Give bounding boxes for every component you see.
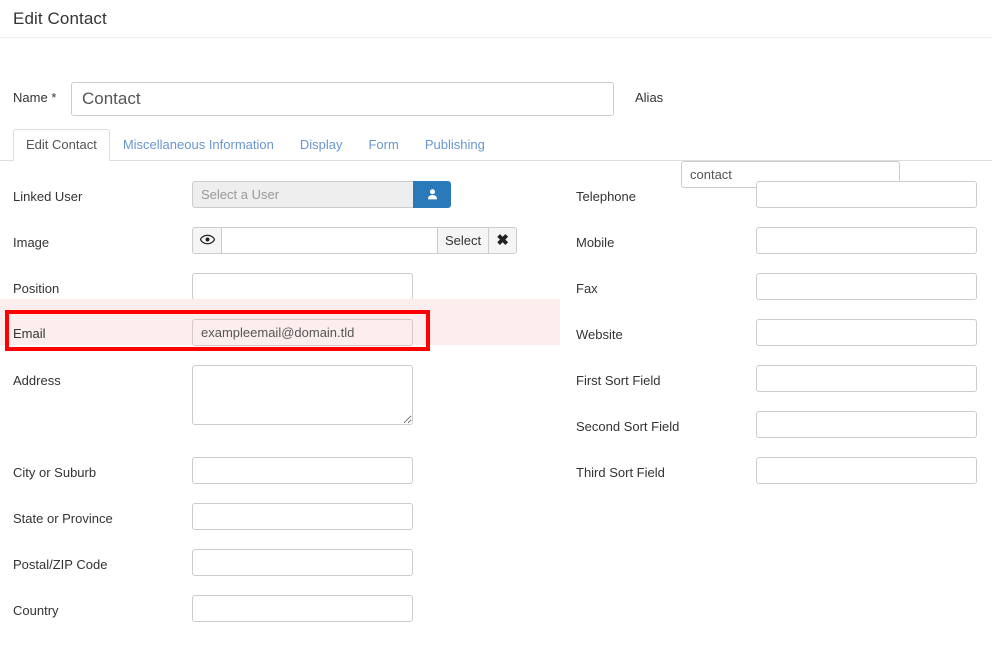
linked-user-label: Linked User xyxy=(13,189,83,204)
telephone-input[interactable] xyxy=(756,181,977,208)
fax-control xyxy=(756,273,977,300)
telephone-label: Telephone xyxy=(576,189,636,204)
eye-icon xyxy=(199,233,215,248)
first-sort-input[interactable] xyxy=(756,365,977,392)
website-label: Website xyxy=(576,327,623,342)
field-position: Position xyxy=(0,253,560,300)
tab-edit-contact[interactable]: Edit Contact xyxy=(13,129,110,161)
field-image: Image Select ✖ xyxy=(0,207,560,254)
website-input[interactable] xyxy=(756,319,977,346)
close-x-icon: ✖ xyxy=(496,232,509,249)
field-state: State or Province xyxy=(0,483,560,530)
mobile-input[interactable] xyxy=(756,227,977,254)
close-x-icon-button[interactable]: ✖ xyxy=(489,227,518,254)
tab-miscellaneous-information[interactable]: Miscellaneous Information xyxy=(110,129,287,161)
email-input[interactable] xyxy=(192,319,413,346)
city-input[interactable] xyxy=(192,457,413,484)
first-sort-control xyxy=(756,365,977,392)
user-icon xyxy=(426,188,439,201)
third-sort-label: Third Sort Field xyxy=(576,465,665,480)
linked-user-control xyxy=(192,181,451,208)
field-postal-code: Postal/ZIP Code xyxy=(0,529,560,576)
field-website: Website xyxy=(563,299,992,346)
tab-publishing[interactable]: Publishing xyxy=(412,129,498,161)
country-label: Country xyxy=(13,603,59,618)
city-control xyxy=(192,457,413,484)
mobile-control xyxy=(756,227,977,254)
tab-list: Edit Contact Miscellaneous Information D… xyxy=(0,129,992,161)
state-label: State or Province xyxy=(13,511,113,526)
city-label: City or Suburb xyxy=(13,465,97,480)
country-input[interactable] xyxy=(192,595,413,622)
linked-user-input-group xyxy=(192,181,451,208)
tab-form[interactable]: Form xyxy=(355,129,411,161)
address-label: Address xyxy=(13,373,61,388)
field-first-sort: First Sort Field xyxy=(563,345,992,392)
fax-input[interactable] xyxy=(756,273,977,300)
website-control xyxy=(756,319,977,346)
user-icon-button[interactable] xyxy=(413,181,451,208)
image-input-group: Select ✖ xyxy=(192,227,518,254)
field-third-sort: Third Sort Field xyxy=(563,437,992,484)
postal-code-control xyxy=(192,549,413,576)
postal-code-label: Postal/ZIP Code xyxy=(13,557,108,572)
telephone-control xyxy=(756,181,977,208)
third-sort-control xyxy=(756,457,977,484)
address-textarea[interactable] xyxy=(192,365,413,425)
name-alias-row: Name * Alias xyxy=(0,76,992,188)
field-fax: Fax xyxy=(563,253,992,300)
field-second-sort: Second Sort Field xyxy=(563,391,992,438)
name-label: Name * xyxy=(13,90,57,105)
contact-form: Linked User Image xyxy=(0,161,992,651)
name-input[interactable] xyxy=(71,82,614,116)
state-input[interactable] xyxy=(192,503,413,530)
field-linked-user: Linked User xyxy=(0,161,560,208)
address-control xyxy=(192,365,413,425)
position-control xyxy=(192,273,413,300)
first-sort-label: First Sort Field xyxy=(576,373,661,388)
image-path-input[interactable] xyxy=(222,227,437,254)
image-label: Image xyxy=(13,235,50,250)
tab-bar: Edit Contact Miscellaneous Information D… xyxy=(0,129,992,161)
field-country: Country xyxy=(0,575,560,622)
second-sort-control xyxy=(756,411,977,438)
postal-code-input[interactable] xyxy=(192,549,413,576)
page-title: Edit Contact xyxy=(13,8,107,28)
form-column-right: Telephone Mobile Fax Website First Sort xyxy=(563,161,992,484)
required-marker: * xyxy=(51,90,57,105)
country-control xyxy=(192,595,413,622)
field-telephone: Telephone xyxy=(563,161,992,208)
image-control: Select ✖ xyxy=(192,227,518,254)
position-input[interactable] xyxy=(192,273,413,300)
image-select-button[interactable]: Select xyxy=(437,227,490,254)
position-label: Position xyxy=(13,281,60,296)
email-control xyxy=(192,319,413,346)
linked-user-input[interactable] xyxy=(192,181,413,208)
tab-display[interactable]: Display xyxy=(287,129,356,161)
eye-icon-button[interactable] xyxy=(192,227,222,254)
field-mobile: Mobile xyxy=(563,207,992,254)
third-sort-input[interactable] xyxy=(756,457,977,484)
alias-label: Alias xyxy=(635,90,664,105)
second-sort-input[interactable] xyxy=(756,411,977,438)
form-column-left: Linked User Image xyxy=(0,161,560,622)
field-email: Email xyxy=(0,299,560,346)
page-header: Edit Contact xyxy=(0,0,992,38)
second-sort-label: Second Sort Field xyxy=(576,419,680,434)
email-label: Email xyxy=(13,326,46,341)
fax-label: Fax xyxy=(576,281,598,296)
state-control xyxy=(192,503,413,530)
field-address: Address xyxy=(0,345,560,437)
mobile-label: Mobile xyxy=(576,235,615,250)
field-city: City or Suburb xyxy=(0,437,560,484)
